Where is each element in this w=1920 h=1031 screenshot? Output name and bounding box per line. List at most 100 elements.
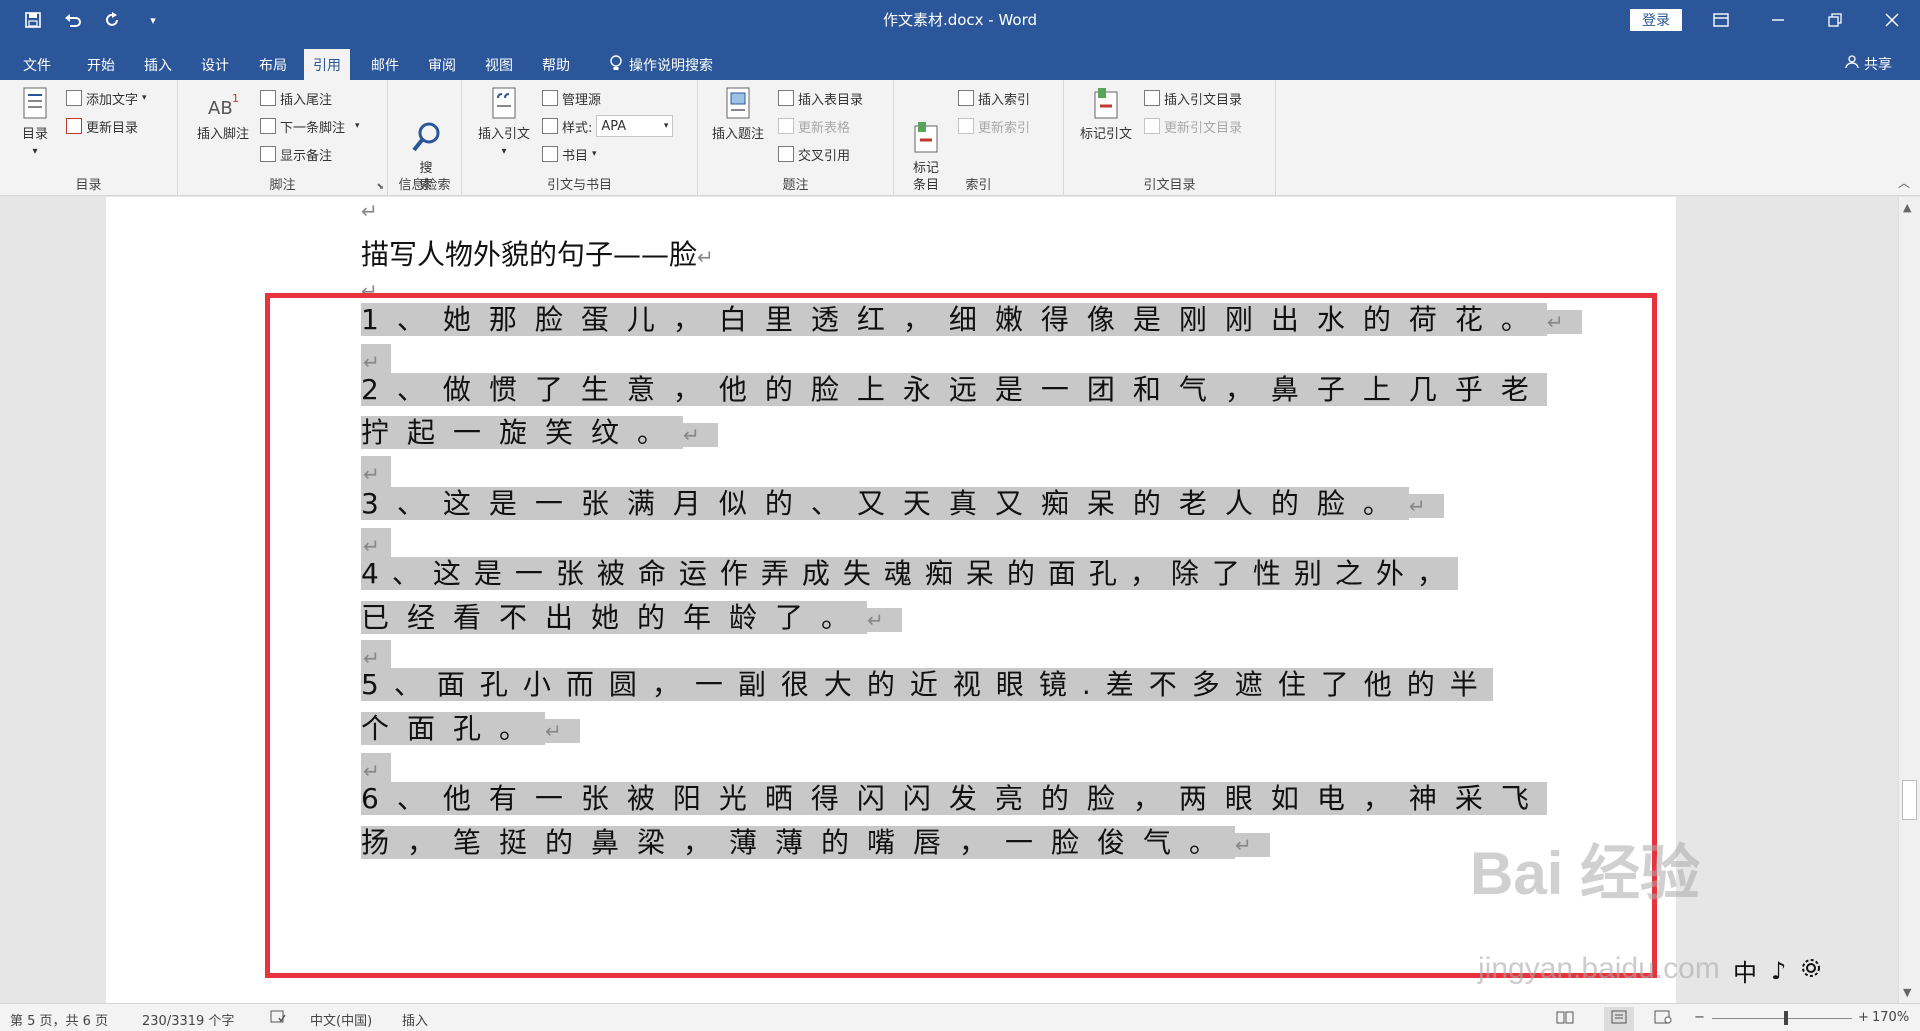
citation-style-control: 样式: APA ▾ [542, 114, 674, 138]
ime-mode: ♪ [1771, 956, 1787, 985]
ribbon-display-icon[interactable] [1692, 0, 1749, 40]
citation-style-select[interactable]: APA ▾ [596, 115, 674, 137]
caption-icon [721, 86, 755, 124]
group-label-captions: 题注 [782, 178, 809, 193]
footnote-dialog-launcher-icon[interactable]: ⬊ [376, 182, 384, 192]
insert-toa-button[interactable]: 插入引文目录 [1144, 86, 1242, 110]
update-toa-icon [1144, 118, 1160, 134]
bibliography-button[interactable]: 书目 ▾ [542, 142, 597, 166]
word-count[interactable]: 230/3319 个字 [142, 1010, 234, 1029]
baidu-watermark-url: jingyan.baidu.com [1478, 952, 1720, 985]
tab-insert[interactable]: 插入 [135, 49, 181, 80]
status-bar: 第 5 页，共 6 页 230/3319 个字 中文(中国) 插入 − + 17… [0, 1003, 1920, 1031]
close-icon[interactable] [1863, 0, 1920, 40]
baidu-watermark: Bai 经验 [1470, 840, 1701, 907]
chevron-down-icon: ▾ [663, 121, 669, 131]
update-toc-button[interactable]: 更新目录 [66, 114, 138, 138]
manage-sources-button[interactable]: 管理源 [542, 86, 601, 110]
redo-icon[interactable] [100, 6, 126, 34]
login-button[interactable]: 登录 [1630, 9, 1682, 31]
mark-citation-button[interactable]: 标记引文 [1074, 86, 1138, 143]
show-notes-button[interactable]: 显示备注 [260, 142, 332, 166]
tab-review[interactable]: 审阅 [419, 49, 465, 80]
group-footnotes: AB 1 插入脚注 插入尾注 下一条脚注 ▾ 显示备注 脚注 ⬊ [178, 80, 388, 196]
add-text-icon [66, 90, 82, 106]
print-layout-icon[interactable] [1604, 1007, 1634, 1031]
svg-text:AB: AB [208, 98, 233, 119]
gear-icon[interactable] [1800, 957, 1822, 985]
add-text-button[interactable]: 添加文字 ▾ [66, 86, 147, 110]
zoom-level[interactable]: 170% [1872, 1010, 1909, 1025]
update-toa-button[interactable]: 更新引文目录 [1144, 114, 1242, 138]
vertical-scrollbar[interactable]: ▲ ▼ [1898, 197, 1920, 1003]
tab-references[interactable]: 引用 [304, 49, 350, 80]
zoom-slider-thumb[interactable] [1784, 1011, 1788, 1025]
update-toc-icon [66, 118, 82, 134]
ime-indicator[interactable]: 中 ♪ [1733, 953, 1822, 988]
group-index: 标记 条目 插入索引 更新索引 索引 [894, 80, 1064, 196]
proofing-icon[interactable] [270, 1010, 286, 1028]
toc-button[interactable]: 目录 ▾ [14, 86, 56, 160]
tab-home[interactable]: 开始 [78, 49, 124, 80]
update-table-icon [778, 118, 794, 134]
cross-reference-icon [778, 146, 794, 162]
update-index-button[interactable]: 更新索引 [958, 114, 1030, 138]
group-label-toc: 目录 [75, 178, 102, 193]
next-footnote-button[interactable]: 下一条脚注 ▾ [260, 114, 360, 138]
lightbulb-icon [609, 55, 623, 76]
tab-view[interactable]: 视图 [476, 49, 522, 80]
search-icon [409, 103, 443, 152]
save-icon[interactable] [20, 6, 46, 34]
read-mode-icon[interactable] [1556, 1010, 1574, 1028]
group-label-toa: 引文目录 [1143, 178, 1196, 193]
share-label: 共享 [1864, 57, 1892, 73]
minimize-icon[interactable] [1749, 0, 1806, 40]
zoom-out-button[interactable]: − [1694, 1010, 1705, 1025]
insert-caption-button[interactable]: 插入题注 [706, 86, 770, 143]
ime-language: 中 [1733, 959, 1757, 987]
customize-icon[interactable]: ▾ [140, 6, 166, 34]
group-table-of-authorities: 标记引文 插入引文目录 更新引文目录 引文目录 [1064, 80, 1276, 196]
zoom-in-button[interactable]: + [1858, 1010, 1869, 1025]
insert-table-of-figures-button[interactable]: 插入表目录 [778, 86, 863, 110]
undo-icon[interactable] [60, 6, 86, 34]
language-indicator[interactable]: 中文(中国) [310, 1010, 372, 1029]
insert-endnote-button[interactable]: 插入尾注 [260, 86, 332, 110]
table-of-figures-icon [778, 90, 794, 106]
ribbon-tabs: 文件 开始 插入 设计 布局 引用 邮件 审阅 视图 帮助 操作说明搜索 共享 [0, 42, 1920, 80]
ribbon-references: 目录 ▾ 添加文字 ▾ 更新目录 目录 AB 1 插入脚注 插入尾注 下一条脚注 ▾ [0, 80, 1920, 196]
tab-mailings[interactable]: 邮件 [362, 49, 408, 80]
scroll-up-icon[interactable]: ▲ [1903, 201, 1911, 214]
tab-file[interactable]: 文件 [14, 49, 60, 80]
scroll-down-icon[interactable]: ▼ [1903, 986, 1911, 999]
cross-reference-button[interactable]: 交叉引用 [778, 142, 850, 166]
group-citations: 插入引文 ▾ 管理源 样式: APA ▾ 书目 ▾ 引文与书目 [462, 80, 698, 196]
insert-citation-button[interactable]: 插入引文 ▾ [472, 86, 536, 160]
group-captions: 插入题注 插入表目录 更新表格 交叉引用 题注 [698, 80, 894, 196]
insert-mode[interactable]: 插入 [402, 1010, 428, 1029]
group-research: 搜 索 信息检索 [388, 80, 462, 196]
collapse-ribbon-icon[interactable]: ︿ [1898, 174, 1910, 191]
tab-help[interactable]: 帮助 [533, 49, 579, 80]
page-count[interactable]: 第 5 页，共 6 页 [10, 1010, 108, 1029]
svg-text:1: 1 [232, 92, 239, 105]
group-label-index: 索引 [965, 178, 992, 193]
update-table-button[interactable]: 更新表格 [778, 114, 850, 138]
restore-icon[interactable] [1806, 0, 1863, 40]
tell-me-search[interactable]: 操作说明搜索 [600, 49, 722, 80]
show-notes-icon [260, 146, 276, 162]
document-heading: 描写人物外貌的句子——脸↵ [361, 238, 714, 271]
scroll-thumb[interactable] [1902, 780, 1917, 820]
update-index-icon [958, 118, 974, 134]
group-label-citations: 引文与书目 [546, 178, 612, 193]
zoom-slider-track[interactable] [1712, 1018, 1852, 1019]
insert-toa-icon [1144, 90, 1160, 106]
web-layout-icon[interactable] [1654, 1010, 1672, 1028]
tab-design[interactable]: 设计 [192, 49, 238, 80]
insert-index-icon [958, 90, 974, 106]
insert-footnote-button[interactable]: AB 1 插入脚注 [190, 86, 256, 143]
share-button[interactable]: 共享 [1845, 54, 1892, 74]
tab-layout[interactable]: 布局 [250, 49, 296, 80]
insert-index-button[interactable]: 插入索引 [958, 86, 1030, 110]
style-icon [542, 118, 558, 134]
